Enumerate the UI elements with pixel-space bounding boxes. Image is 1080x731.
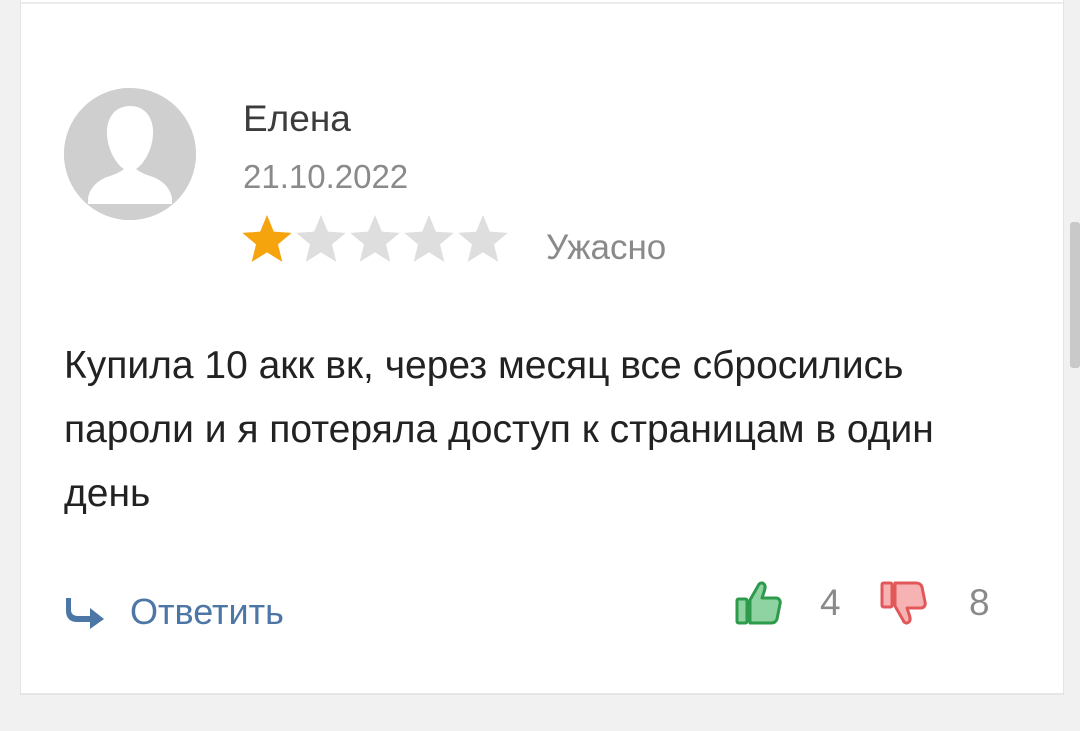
thumbs-down-icon[interactable]: [879, 578, 929, 628]
reply-button[interactable]: Ответить: [66, 587, 284, 637]
dislike-vote: 8: [879, 577, 990, 629]
dislike-count: 8: [969, 582, 990, 623]
review-text: Купила 10 акк вк, через месяц все сброси…: [64, 344, 934, 515]
scrollbar[interactable]: [1070, 222, 1080, 368]
star-empty-icon: [350, 215, 400, 262]
like-vote: 4: [734, 577, 841, 629]
avatar: [64, 88, 196, 220]
rating-label: Ужасно: [546, 228, 667, 267]
star-rating: [241, 213, 509, 265]
author-name: Елена: [243, 98, 351, 139]
divider: [21, 2, 1063, 4]
review-date: 21.10.2022: [243, 158, 409, 195]
star-filled-icon: [242, 215, 292, 262]
reply-label: Ответить: [130, 591, 284, 632]
reply-arrow-icon: [66, 598, 104, 629]
review-card: Елена 21.10.2022 Ужасно Купила 10 акк вк…: [20, 0, 1064, 695]
star-empty-icon: [296, 215, 346, 262]
star-empty-icon: [404, 215, 454, 262]
star-empty-icon: [458, 215, 508, 262]
user-silhouette-icon: [64, 88, 196, 220]
like-count: 4: [820, 582, 841, 623]
thumbs-up-icon[interactable]: [734, 578, 784, 628]
